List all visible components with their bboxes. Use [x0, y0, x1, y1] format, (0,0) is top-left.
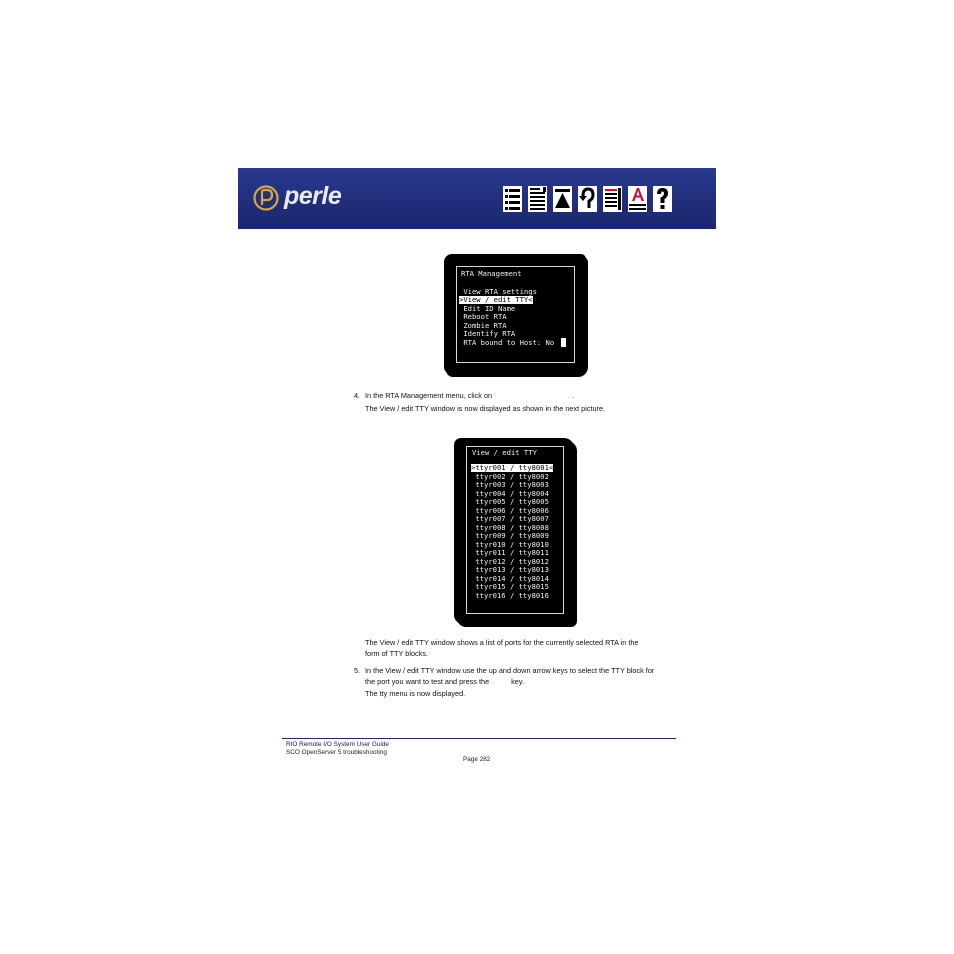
- nav-toolbar: [502, 184, 673, 214]
- brand-name: perle: [284, 182, 342, 210]
- tty-row[interactable]: ttyr016 / tty8016: [471, 591, 549, 600]
- tty-row[interactable]: ttyr007 / tty8007: [471, 515, 549, 523]
- header-banner: perle: [238, 168, 716, 229]
- step4-period: .: [572, 391, 575, 400]
- menu-item-view-edit-tty[interactable]: >View / edit TTY<: [459, 296, 533, 304]
- page-number: Page 282: [463, 756, 491, 763]
- footer-section: SCO OpenServer 5 troubleshooting: [286, 749, 387, 756]
- tty-description-line1: The View / edit TTY window shows a list …: [365, 638, 639, 647]
- step4-instruction: In the RTA Management menu, click on: [365, 391, 493, 400]
- tty-row[interactable]: >ttyr001 / tty8001<: [471, 464, 554, 472]
- tty-row[interactable]: ttyr005 / tty8005: [471, 498, 549, 506]
- top-icon[interactable]: [552, 184, 573, 214]
- help-icon[interactable]: [652, 184, 673, 214]
- menu-item-reboot-rta[interactable]: Reboot RTA: [459, 313, 506, 321]
- footer-guide-title: RIO Remote I/O System User Guide: [286, 741, 389, 748]
- tty-row[interactable]: ttyr015 / tty8015: [471, 583, 549, 591]
- menu-item-identify-rta[interactable]: Identify RTA: [459, 330, 515, 338]
- step5-line1: In the View / edit TTY window use the up…: [365, 666, 655, 675]
- menu-item-rta-bound-to-host[interactable]: RTA bound to Host: No: [459, 339, 554, 347]
- step5-line2-end: key.: [511, 677, 524, 686]
- step4-text: In the RTA Management menu, click on.: [365, 390, 625, 401]
- back-icon[interactable]: [577, 184, 598, 214]
- step5-note: The tty menu is now displayed.: [365, 689, 466, 698]
- step5-line2: the port you want to test and press the: [365, 677, 490, 686]
- tty-description-line2: form of TTY blocks.: [365, 649, 428, 658]
- view-edit-tty-screenshot: View / edit TTY >ttyr001 / tty8001< ttyr…: [456, 440, 572, 622]
- step4-number: 4.: [354, 391, 361, 400]
- tty-row[interactable]: ttyr003 / tty8003: [471, 481, 549, 489]
- step5-number: 5.: [354, 666, 361, 675]
- index-icon[interactable]: [527, 184, 548, 214]
- tty-row[interactable]: ttyr009 / tty8009: [471, 532, 549, 540]
- tty-row[interactable]: ttyr011 / tty8011: [471, 549, 549, 557]
- step4-note: The View / edit TTY window is now displa…: [365, 404, 606, 413]
- rta-management-screenshot: RTA Management View RTA settings >View /…: [446, 256, 584, 372]
- tty-description: The View / edit TTY window shows a list …: [365, 637, 675, 659]
- perle-logo[interactable]: perle: [252, 182, 364, 214]
- perle-logo-mark-icon: [253, 185, 279, 211]
- terminal-cursor: [561, 338, 566, 347]
- tty-row[interactable]: ttyr013 / tty8013: [471, 566, 549, 574]
- footer-divider: [282, 738, 676, 739]
- screen1-title: RTA Management: [461, 269, 522, 278]
- contents-icon[interactable]: [502, 184, 523, 214]
- step5-text: In the View / edit TTY window use the up…: [365, 665, 675, 687]
- screen2-title: View / edit TTY: [472, 448, 537, 457]
- text-annotation-icon[interactable]: [627, 184, 648, 214]
- pdf-document-icon[interactable]: [602, 184, 623, 214]
